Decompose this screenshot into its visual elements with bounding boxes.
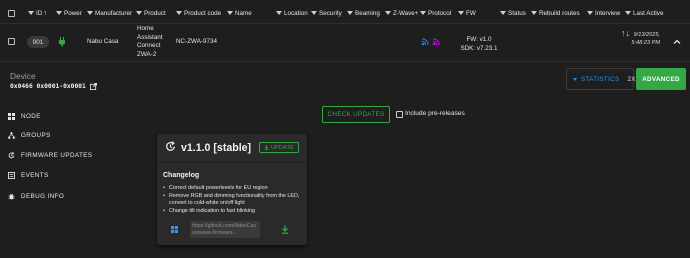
column-header-product[interactable]: Product xyxy=(136,8,166,18)
column-header-security[interactable]: Security xyxy=(311,8,342,18)
node-id-badge: 001 xyxy=(27,36,49,48)
advanced-button[interactable]: ADVANCED xyxy=(636,68,686,90)
column-header-interview[interactable]: Interview xyxy=(587,8,620,18)
windows-icon xyxy=(171,226,178,233)
events-icon xyxy=(8,171,15,179)
caret-down-icon xyxy=(573,77,577,81)
plug-power-icon xyxy=(59,37,65,47)
node-icon xyxy=(8,112,15,120)
filter-icon[interactable] xyxy=(420,11,426,15)
firmware-update-card: v1.1.0 [stable] UPDATE Changelog Correct… xyxy=(157,134,307,245)
column-header-status[interactable]: Status xyxy=(500,8,526,18)
column-header-fw[interactable]: FW xyxy=(458,8,476,18)
column-header-last-active[interactable]: Last Active xyxy=(625,8,663,18)
statistics-count: 2X xyxy=(627,75,636,83)
last-active-cell: 9/13/2025, 5:48:23 PM xyxy=(631,32,660,46)
column-header-product-code[interactable]: Product code xyxy=(176,8,221,18)
filter-icon[interactable] xyxy=(625,11,631,15)
filter-icon[interactable] xyxy=(87,11,93,15)
card-header: v1.1.0 [stable] UPDATE xyxy=(157,134,307,162)
list-item: Correct default powerlevels for EU regio… xyxy=(163,185,303,193)
device-label: Device xyxy=(10,71,36,81)
filter-icon[interactable] xyxy=(56,11,62,15)
nav-item-node[interactable]: NODE xyxy=(8,110,41,122)
table-header: ID ↑ Power Manufacturer Product Product … xyxy=(0,0,690,24)
groups-icon xyxy=(8,131,15,139)
column-header-zwave-plus[interactable]: Z-Wave+ xyxy=(385,8,418,18)
firmware-icon xyxy=(8,151,15,158)
debug-icon xyxy=(8,193,15,199)
filter-icon[interactable] xyxy=(136,11,142,15)
chevron-up-icon[interactable] xyxy=(672,37,682,47)
device-ids: 0x0466 0x0001-0x0001 xyxy=(10,83,97,90)
filter-icon[interactable] xyxy=(311,11,317,15)
filter-icon[interactable] xyxy=(385,11,391,15)
download-icon xyxy=(264,145,269,150)
nav-item-events[interactable]: EVENTS xyxy=(8,169,49,181)
select-all-checkbox[interactable] xyxy=(8,10,15,17)
filter-icon[interactable] xyxy=(176,11,182,15)
column-header-manufacturer[interactable]: Manufacturer xyxy=(87,8,132,18)
filter-icon[interactable] xyxy=(500,11,506,15)
zwave-protocol-icon xyxy=(421,38,429,46)
open-external-icon[interactable] xyxy=(89,83,97,90)
product-cell: Home Assistant Connect ZWA-2 xyxy=(137,25,163,58)
include-prereleases-label: Include pre-releases xyxy=(405,110,465,117)
firmware-version-title: v1.1.0 [stable] xyxy=(181,142,252,154)
table-row[interactable]: 001 Nabu Casa Home Assistant Connect ZWA… xyxy=(0,24,690,62)
update-button[interactable]: UPDATE xyxy=(259,142,299,153)
filter-icon[interactable] xyxy=(531,11,537,15)
row-select-checkbox[interactable] xyxy=(8,38,15,45)
nav-item-groups[interactable]: GROUPS xyxy=(8,129,51,141)
firmware-link-field[interactable]: https://github.com/NabuCasa/zwave-firmwa… xyxy=(190,221,260,238)
filter-icon[interactable] xyxy=(28,11,34,15)
column-header-power[interactable]: Power xyxy=(56,8,82,18)
sort-up-icon[interactable]: ↑ xyxy=(43,10,47,17)
column-header-rebuild-routes[interactable]: Rebuild routes xyxy=(531,8,580,18)
filter-icon[interactable] xyxy=(458,11,464,15)
column-header-protocol[interactable]: Protocol xyxy=(420,8,451,18)
card-divider xyxy=(157,162,307,163)
nav-item-debug-info[interactable]: DEBUG INFO xyxy=(8,190,64,202)
product-code-cell: NC-ZWA-9734 xyxy=(176,38,218,45)
manufacturer-cell: Nabu Casa xyxy=(87,38,119,45)
column-header-location[interactable]: Location xyxy=(276,8,308,18)
download-file-icon[interactable] xyxy=(281,225,289,234)
zwave-lr-protocol-icon xyxy=(432,38,440,46)
filter-icon[interactable] xyxy=(347,11,353,15)
column-header-name[interactable]: Name xyxy=(227,8,252,18)
filter-icon[interactable] xyxy=(276,11,282,15)
list-item: Remove RGB and dimming functionality fro… xyxy=(163,193,303,208)
column-header-beaming[interactable]: Beaming xyxy=(347,8,380,18)
changelog-list: Correct default powerlevels for EU regio… xyxy=(163,185,303,215)
changelog-title: Changelog xyxy=(163,172,200,179)
column-header-id[interactable]: ID ↑ xyxy=(28,8,47,18)
filter-icon[interactable] xyxy=(227,11,233,15)
list-item: Change tilt indication to fast blinking xyxy=(163,208,303,216)
fw-cell: FW: v1.0 SDK: v7.23.1 xyxy=(460,36,498,52)
check-updates-button[interactable]: CHECK UPDATES xyxy=(322,106,390,123)
filter-icon[interactable] xyxy=(587,11,593,15)
firmware-update-icon xyxy=(166,141,175,151)
card-footer: https://github.com/NabuCasa/zwave-firmwa… xyxy=(157,221,307,241)
nav-item-firmware-updates[interactable]: FIRMWARE UPDATES xyxy=(8,149,92,161)
include-prereleases-checkbox[interactable] xyxy=(396,111,403,118)
statistics-button[interactable]: STATISTICS 2X xyxy=(566,68,636,90)
